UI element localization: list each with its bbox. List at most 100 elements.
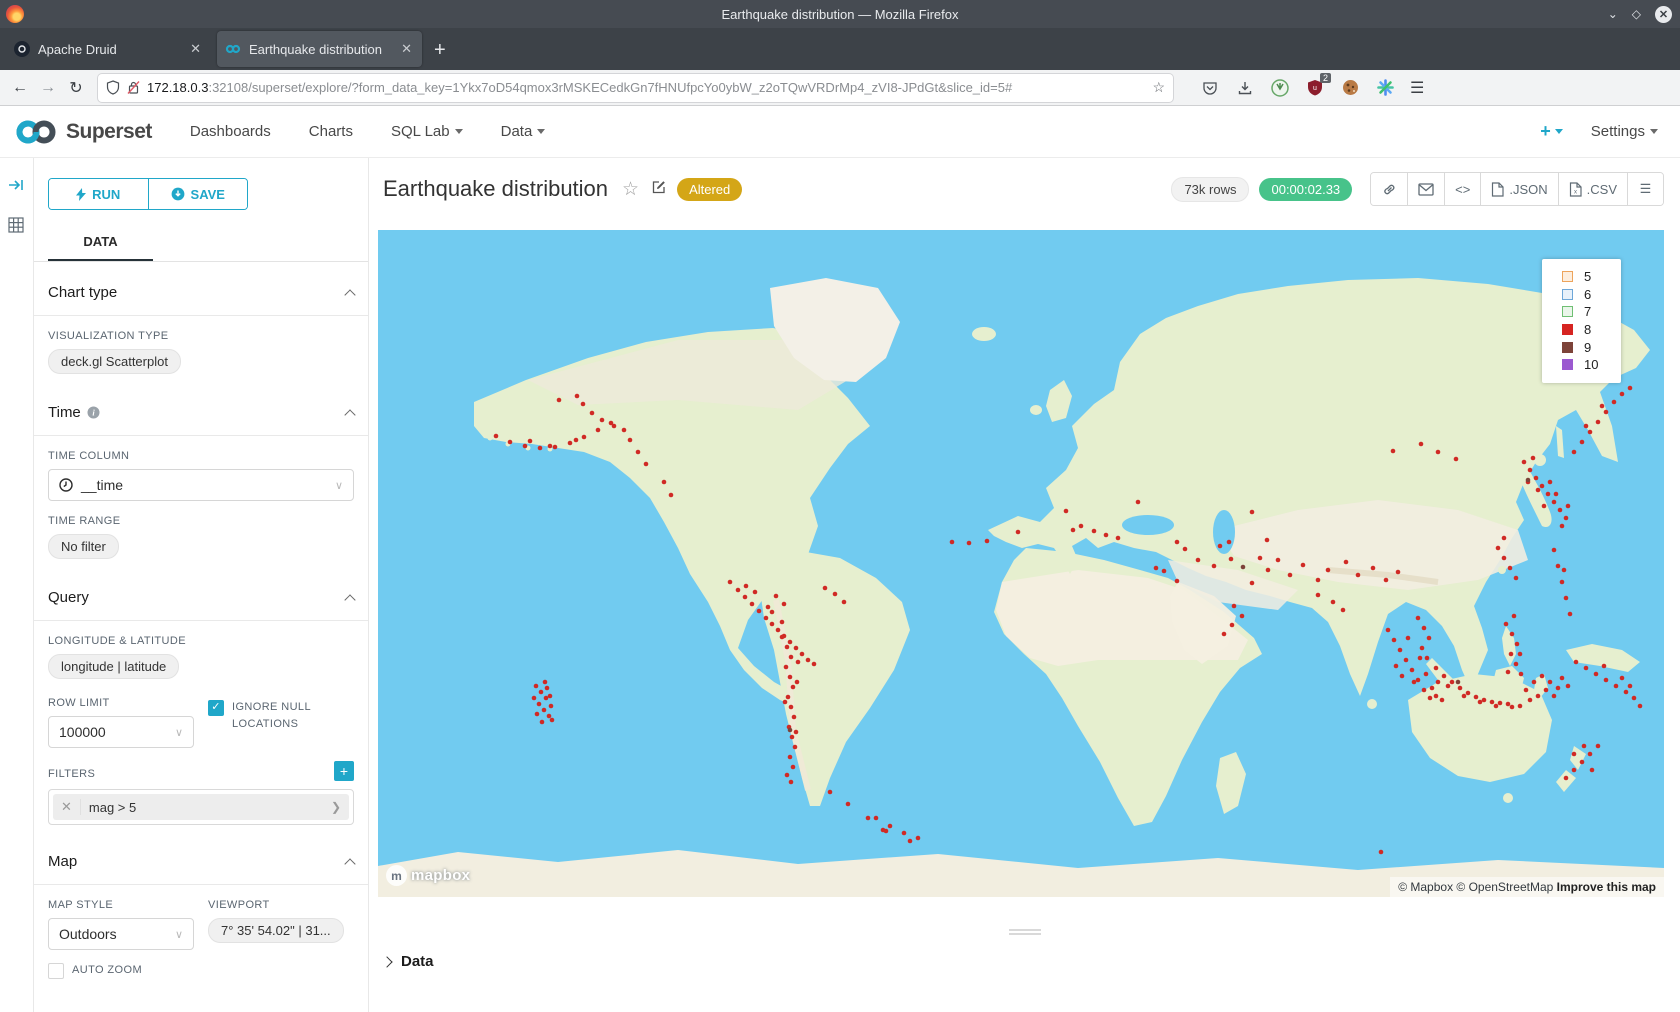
checkbox-checked-icon[interactable]: ✓ — [208, 700, 224, 716]
tab-apache-druid[interactable]: Apache Druid ✕ — [6, 31, 211, 67]
ignore-null-checkbox[interactable]: ✓ IGNORE NULLLOCATIONS — [208, 699, 354, 733]
section-time[interactable]: Time i — [48, 374, 354, 435]
tab-close-icon[interactable]: ✕ — [399, 41, 414, 57]
viz-type-value[interactable]: deck.gl Scatterplot — [48, 349, 181, 374]
url-bar[interactable]: 172.18.0.3:32108/superset/explore/?form_… — [98, 74, 1173, 102]
quake-dot — [1612, 400, 1617, 405]
quake-dot — [842, 600, 847, 605]
copy-link-button[interactable] — [1371, 173, 1407, 205]
email-button[interactable] — [1407, 173, 1444, 205]
legend-item[interactable]: 10 — [1562, 356, 1621, 374]
expand-panel-icon[interactable] — [8, 178, 33, 197]
shield-icon[interactable] — [106, 80, 120, 95]
embed-code-button[interactable]: <> — [1444, 173, 1480, 205]
checkbox-unchecked-icon[interactable] — [48, 963, 64, 979]
filter-box: ✕ mag > 5 ❯ — [48, 789, 354, 825]
window-titlebar: Earthquake distribution — Mozilla Firefo… — [0, 0, 1680, 28]
legend-item[interactable]: 5 — [1562, 268, 1621, 286]
improve-map-link[interactable]: Improve this map — [1557, 880, 1656, 894]
quake-dot — [1458, 686, 1463, 691]
save-icon — [171, 187, 185, 201]
section-map[interactable]: Map — [48, 825, 354, 884]
quake-dot — [1584, 666, 1589, 671]
data-collapse-row[interactable]: Data — [369, 953, 1680, 970]
run-button[interactable]: RUN — [49, 179, 148, 209]
quake-dot — [542, 708, 547, 713]
window-close-button[interactable]: ✕ — [1655, 6, 1672, 23]
quake-dot — [1466, 691, 1471, 696]
quake-dot — [1436, 450, 1441, 455]
quake-dot — [1326, 568, 1331, 573]
settings-menu[interactable]: Settings — [1591, 123, 1658, 140]
time-range-value[interactable]: No filter — [48, 534, 119, 559]
row-limit-select[interactable]: 100000 ∨ — [48, 716, 194, 748]
quake-dot — [1422, 626, 1427, 631]
add-filter-button[interactable]: + — [334, 761, 354, 781]
map-style-select[interactable]: Outdoors ∨ — [48, 918, 194, 950]
chart-menu-button[interactable]: ☰ — [1627, 173, 1663, 205]
save-button[interactable]: SAVE — [148, 179, 248, 209]
quake-dot — [812, 662, 817, 667]
quake-dot — [916, 836, 921, 841]
back-button[interactable]: ← — [6, 79, 34, 97]
panel-drag-handle[interactable] — [1009, 929, 1041, 935]
ghostery-extension-icon[interactable] — [1271, 79, 1289, 97]
menu-icon[interactable]: ☰ — [1410, 78, 1424, 98]
export-csv-button[interactable]: x .CSV — [1558, 173, 1627, 205]
downloads-icon[interactable] — [1236, 79, 1254, 97]
window-minimize-button[interactable]: ⌄ — [1608, 7, 1618, 21]
insecure-lock-icon[interactable] — [127, 80, 140, 95]
pocket-icon[interactable] — [1201, 79, 1219, 97]
favorite-star-icon[interactable]: ☆ — [622, 178, 639, 201]
quake-dot — [791, 685, 796, 690]
nav-data[interactable]: Data — [501, 123, 546, 140]
nav-sql-lab[interactable]: SQL Lab — [391, 123, 463, 140]
quake-dot — [1316, 593, 1321, 598]
map-attribution[interactable]: © Mapbox © OpenStreetMap Improve this ma… — [1390, 877, 1664, 897]
mapbox-logo[interactable]: m mapbox — [386, 865, 470, 886]
cookie-extension-icon[interactable] — [1341, 79, 1359, 97]
new-tab-button[interactable]: + — [434, 39, 446, 62]
window-maximize-button[interactable]: ◇ — [1632, 7, 1641, 21]
quake-dot — [1446, 684, 1451, 689]
quake-dot — [1384, 578, 1389, 583]
section-point-size[interactable]: Point Size — [48, 979, 354, 1012]
legend-item[interactable]: 9 — [1562, 338, 1621, 356]
reload-button[interactable]: ↻ — [62, 78, 90, 98]
tab-earthquake-distribution[interactable]: Earthquake distribution ✕ — [217, 31, 422, 67]
quake-dot — [548, 694, 553, 699]
superset-logo[interactable]: Superset — [14, 119, 152, 145]
viewport-value[interactable]: 7° 35' 54.02" | 31... — [208, 918, 344, 943]
lonlat-value[interactable]: longitude | latitude — [48, 654, 179, 679]
quake-dot — [846, 802, 851, 807]
forward-button[interactable]: → — [34, 79, 62, 97]
bookmark-star-icon[interactable]: ☆ — [1152, 79, 1165, 96]
nav-charts[interactable]: Charts — [309, 123, 353, 140]
nav-dashboards[interactable]: Dashboards — [190, 123, 271, 140]
legend-item[interactable]: 6 — [1562, 286, 1621, 304]
quake-dot — [1482, 698, 1487, 703]
asterisk-extension-icon[interactable] — [1376, 79, 1394, 97]
quake-dot — [539, 690, 544, 695]
auto-zoom-checkbox[interactable]: AUTO ZOOM — [48, 962, 194, 979]
ublock-extension-icon[interactable]: u2 — [1306, 79, 1324, 97]
tab-data[interactable]: DATA — [48, 226, 153, 261]
tab-close-icon[interactable]: ✕ — [188, 41, 203, 57]
map-canvas[interactable]: 5678910 m mapbox © Mapbox © OpenStreetMa… — [378, 230, 1664, 897]
browser-tab-bar: Apache Druid ✕ Earthquake distribution ✕… — [0, 28, 1680, 70]
new-item-button[interactable]: + — [1540, 121, 1563, 142]
remove-filter-icon[interactable]: ✕ — [53, 799, 81, 815]
section-chart-type[interactable]: Chart type — [48, 262, 354, 315]
quake-dot — [1560, 676, 1565, 681]
expand-filter-icon[interactable]: ❯ — [323, 800, 349, 814]
export-json-button[interactable]: .JSON — [1480, 173, 1557, 205]
quake-dot — [1222, 632, 1227, 637]
legend-item[interactable]: 7 — [1562, 303, 1621, 321]
quake-dot — [1536, 488, 1541, 493]
dataset-grid-icon[interactable] — [8, 217, 33, 238]
time-column-select[interactable]: __time ∨ — [48, 469, 354, 501]
filter-chip[interactable]: ✕ mag > 5 ❯ — [53, 794, 349, 820]
legend-item[interactable]: 8 — [1562, 321, 1621, 339]
section-query[interactable]: Query — [48, 559, 354, 620]
edit-title-icon[interactable] — [651, 179, 667, 200]
